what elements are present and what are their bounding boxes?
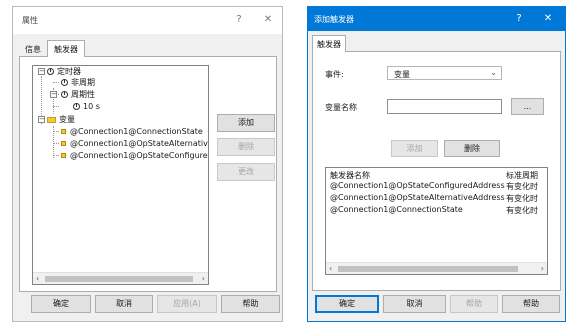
trigger-tree[interactable]: − 定时器 非周期 − 周期性 10 s − 变量 @Connection1@C… — [32, 65, 209, 285]
tree-node-label: 非周期 — [71, 78, 95, 87]
clock-icon — [61, 79, 68, 86]
column-header-period[interactable]: 标准周期 — [506, 170, 538, 181]
tab-info[interactable]: 信息 — [19, 41, 47, 57]
tree-node-period-10s[interactable]: 10 s — [73, 101, 100, 112]
tree-node-var[interactable]: @Connection1@ConnectionState — [61, 126, 203, 137]
tree-connector — [53, 155, 59, 156]
row-period: 有变化时 — [506, 206, 538, 215]
dialog-title: 添加触发器 — [314, 15, 354, 24]
tag-icon — [61, 141, 66, 146]
cancel-button[interactable]: 取消 — [383, 295, 446, 313]
dialog-title: 属性 — [22, 16, 38, 25]
tree-node-label: 定时器 — [57, 67, 81, 76]
scroll-right-icon[interactable]: › — [202, 274, 205, 283]
collapse-toggle[interactable]: − — [38, 68, 45, 75]
tree-connector — [53, 143, 59, 144]
tree-node-label: @Connection1@OpStateConfiguredA — [70, 151, 209, 160]
ok-button[interactable]: 确定 — [31, 295, 91, 313]
clock-icon — [73, 103, 80, 110]
scroll-thumb[interactable] — [45, 276, 193, 282]
variable-name-input[interactable] — [387, 99, 502, 114]
trigger-tab-panel: 事件: 变量 ⌄ 变量名称 ... 添加 删除 触发器名称 标准周期 @Conn… — [312, 51, 561, 291]
title-bar: 添加触发器 ? ✕ — [308, 7, 565, 31]
event-select[interactable]: 变量 ⌄ — [387, 66, 502, 80]
help-icon[interactable]: ? — [512, 12, 526, 26]
help-button[interactable]: 帮助 — [502, 295, 560, 313]
horizontal-scrollbar[interactable]: ‹ › — [326, 262, 547, 274]
delete-button[interactable]: 删除 — [444, 140, 500, 157]
tree-node-timer[interactable]: 定时器 — [47, 66, 81, 77]
tree-node-label: 周期性 — [71, 90, 95, 99]
chevron-down-icon: ⌄ — [490, 68, 497, 77]
close-icon[interactable]: ✕ — [261, 13, 275, 27]
variable-name-label: 变量名称 — [325, 103, 357, 112]
tree-node-label: @Connection1@OpStateAlternativeA — [70, 139, 209, 148]
collapse-toggle[interactable]: − — [50, 91, 57, 98]
tree-node-aperiodic[interactable]: 非周期 — [61, 77, 95, 88]
apply-button[interactable]: 应用(A) — [157, 295, 217, 313]
tree-node-label: 变量 — [59, 115, 75, 124]
tab-trigger[interactable]: 触发器 — [312, 35, 346, 52]
title-bar: 属性 ? ✕ — [13, 7, 282, 34]
tag-icon — [61, 153, 66, 158]
ok-button[interactable]: 确定 — [315, 295, 379, 313]
scroll-right-icon[interactable]: › — [541, 264, 544, 273]
row-period: 有变化时 — [506, 182, 538, 191]
list-row[interactable]: @Connection1@OpStateConfiguredAddress 有变… — [326, 181, 547, 193]
row-name: @Connection1@OpStateAlternativeAddress — [330, 193, 505, 202]
cancel-button[interactable]: 取消 — [95, 295, 153, 313]
tree-node-periodic[interactable]: 周期性 — [61, 89, 95, 100]
event-select-value: 变量 — [394, 70, 410, 79]
tree-connector — [53, 82, 59, 83]
row-name: @Connection1@ConnectionState — [330, 205, 463, 214]
horizontal-scrollbar[interactable]: ‹ › — [33, 272, 208, 284]
clock-icon — [47, 68, 54, 75]
scroll-left-icon[interactable]: ‹ — [329, 264, 332, 273]
folder-icon — [47, 117, 56, 123]
collapse-toggle[interactable]: − — [38, 116, 45, 123]
scroll-thumb[interactable] — [338, 266, 518, 272]
clock-icon — [61, 91, 68, 98]
row-period: 有变化时 — [506, 194, 538, 203]
tree-node-label: @Connection1@ConnectionState — [70, 127, 203, 136]
delete-button[interactable]: 删除 — [217, 138, 275, 156]
help-partial-button[interactable]: 帮助 — [450, 295, 498, 313]
column-header-name[interactable]: 触发器名称 — [330, 170, 370, 181]
scroll-left-icon[interactable]: ‹ — [36, 274, 39, 283]
tag-icon — [61, 129, 66, 134]
trigger-tab-panel: − 定时器 非周期 − 周期性 10 s − 变量 @Connection1@C… — [19, 56, 277, 292]
close-icon[interactable]: ✕ — [541, 12, 555, 26]
help-icon[interactable]: ? — [232, 13, 246, 27]
list-row[interactable]: @Connection1@ConnectionState 有变化时 — [326, 205, 547, 217]
browse-button[interactable]: ... — [511, 98, 544, 115]
tree-node-variables[interactable]: 变量 — [47, 114, 75, 125]
change-button[interactable]: 更改 — [217, 163, 275, 181]
tree-connector — [53, 106, 59, 107]
list-row[interactable]: @Connection1@OpStateAlternativeAddress 有… — [326, 193, 547, 205]
event-label: 事件: — [325, 70, 344, 79]
properties-dialog: 属性 ? ✕ 信息 触发器 − 定时器 非周期 − 周期性 10 s − 变量 … — [12, 6, 283, 322]
tree-connector — [53, 131, 59, 132]
tree-node-label: 10 s — [83, 102, 100, 111]
add-button[interactable]: 添加 — [391, 140, 438, 157]
tree-node-var[interactable]: @Connection1@OpStateAlternativeA — [61, 138, 209, 149]
help-button[interactable]: 帮助 — [221, 295, 280, 313]
tab-trigger[interactable]: 触发器 — [47, 40, 85, 57]
trigger-list[interactable]: 触发器名称 标准周期 @Connection1@OpStateConfigure… — [325, 167, 548, 275]
add-button[interactable]: 添加 — [217, 114, 275, 132]
tree-node-var[interactable]: @Connection1@OpStateConfiguredA — [61, 150, 209, 161]
add-trigger-dialog: 添加触发器 ? ✕ 触发器 事件: 变量 ⌄ 变量名称 ... 添加 删除 触发… — [307, 6, 566, 322]
row-name: @Connection1@OpStateConfiguredAddress — [330, 181, 505, 190]
